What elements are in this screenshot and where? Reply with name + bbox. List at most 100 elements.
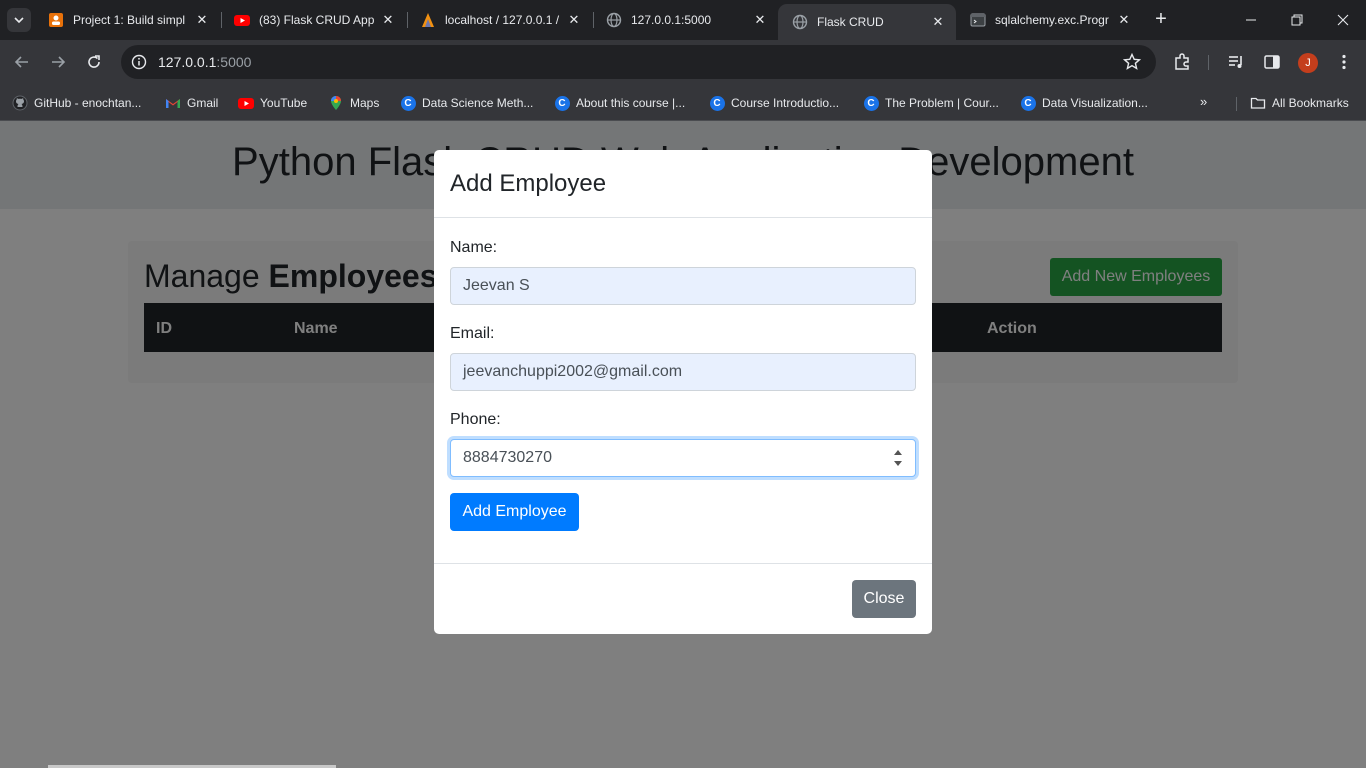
bookmark-coursera-5[interactable]: C Data Visualization... xyxy=(1020,91,1148,115)
chevron-down-icon xyxy=(14,17,24,24)
tab-flask-crud-active[interactable]: Flask CRUD ✕ xyxy=(778,4,956,40)
tab-youtube[interactable]: (83) Flask CRUD App ✕ xyxy=(220,0,406,40)
terminal-icon xyxy=(970,12,986,28)
bookmark-youtube[interactable]: YouTube xyxy=(238,91,307,115)
bookmarks-overflow-button[interactable]: » xyxy=(1200,94,1207,109)
bookmark-coursera-4[interactable]: C The Problem | Cour... xyxy=(863,91,999,115)
tab-title: sqlalchemy.exc.Progr xyxy=(995,13,1109,27)
coursera-icon: C xyxy=(400,95,416,111)
tab-title: (83) Flask CRUD App xyxy=(259,13,374,27)
extensions-icon[interactable] xyxy=(1172,52,1192,72)
modal-header: Add Employee xyxy=(434,150,932,218)
bookmark-label: The Problem | Cour... xyxy=(885,96,999,110)
email-label: Email: xyxy=(450,325,495,342)
close-tab-icon[interactable]: ✕ xyxy=(1116,12,1132,28)
profile-avatar[interactable]: J xyxy=(1298,53,1318,73)
close-tab-icon[interactable]: ✕ xyxy=(380,12,396,28)
github-icon xyxy=(12,95,28,111)
minimize-button[interactable] xyxy=(1228,0,1274,40)
reload-icon xyxy=(88,55,100,68)
phone-label: Phone: xyxy=(450,411,501,428)
coursera-icon: C xyxy=(863,95,879,111)
phone-input[interactable]: 8884730270 xyxy=(450,439,916,477)
bookmark-label: YouTube xyxy=(260,96,308,110)
globe-icon xyxy=(606,12,622,28)
close-modal-button[interactable]: Close xyxy=(852,580,916,618)
add-employee-modal: Add Employee Name: Jeevan S Email: jeeva… xyxy=(434,150,932,634)
modal-footer: Close xyxy=(434,563,932,634)
back-button[interactable] xyxy=(10,50,34,74)
tab-project[interactable]: Project 1: Build simpl ✕ xyxy=(34,0,220,40)
url-port: :5000 xyxy=(216,54,252,70)
arrow-right-icon xyxy=(52,56,66,68)
bookmark-label: Maps xyxy=(350,96,380,110)
name-input[interactable]: Jeevan S xyxy=(450,267,916,305)
bookmark-label: All Bookmarks xyxy=(1272,96,1349,110)
browser-toolbar: 127.0.0.1:5000 J xyxy=(0,40,1366,85)
globe-icon xyxy=(792,14,808,30)
bookmarks-bar: GitHub - enochtan... Gmail YouTube Maps … xyxy=(0,85,1366,121)
add-employee-submit-button[interactable]: Add Employee xyxy=(450,493,579,531)
close-icon xyxy=(1337,14,1349,26)
coursera-icon: C xyxy=(554,95,570,111)
url-host: 127.0.0.1 xyxy=(158,54,217,70)
close-tab-icon[interactable]: ✕ xyxy=(194,12,210,28)
browser-tab-strip: Project 1: Build simpl ✕ (83) Flask CRUD… xyxy=(0,0,1366,40)
folder-icon xyxy=(1250,95,1266,111)
modal-title: Add Employee xyxy=(450,170,607,197)
email-input[interactable]: jeevanchuppi2002@gmail.com xyxy=(450,353,916,391)
url-text: 127.0.0.1:5000 xyxy=(158,54,251,70)
plus-icon: + xyxy=(1155,7,1167,30)
site-info-icon[interactable] xyxy=(129,52,149,72)
tab-search-button[interactable] xyxy=(7,8,31,32)
name-label: Name: xyxy=(450,239,498,256)
phone-value: 8884730270 xyxy=(463,449,552,466)
reload-button[interactable] xyxy=(82,50,106,74)
close-window-button[interactable] xyxy=(1320,0,1366,40)
page-viewport: Python Flask CRUD Web Application Develo… xyxy=(0,121,1366,768)
more-menu-icon[interactable] xyxy=(1334,52,1354,72)
bookmark-label: About this course |... xyxy=(576,96,686,110)
new-tab-button[interactable]: + xyxy=(1150,8,1172,30)
address-bar[interactable]: 127.0.0.1:5000 xyxy=(121,45,1156,79)
side-panel-icon[interactable] xyxy=(1262,52,1282,72)
coursera-project-icon xyxy=(48,12,64,28)
bookmark-label: Gmail xyxy=(187,96,219,110)
close-tab-icon[interactable]: ✕ xyxy=(566,12,582,28)
bookmark-label: Course Introductio... xyxy=(731,96,840,110)
arrow-left-icon xyxy=(14,56,28,68)
bookmark-label: GitHub - enochtan... xyxy=(34,96,142,110)
bookmark-maps[interactable]: Maps xyxy=(328,91,379,115)
youtube-icon xyxy=(238,95,254,111)
all-bookmarks-button[interactable]: All Bookmarks xyxy=(1250,91,1349,115)
media-control-icon[interactable] xyxy=(1226,52,1246,72)
tab-title: 127.0.0.1:5000 xyxy=(631,13,712,27)
tab-title: localhost / 127.0.0.1 / xyxy=(445,13,560,27)
phpmyadmin-icon xyxy=(420,12,436,28)
restore-icon xyxy=(1291,14,1303,26)
tab-phpmyadmin[interactable]: localhost / 127.0.0.1 / ✕ xyxy=(406,0,592,40)
bookmark-github[interactable]: GitHub - enochtan... xyxy=(12,91,141,115)
bookmark-gmail[interactable]: Gmail xyxy=(165,91,218,115)
bookmark-coursera-1[interactable]: C Data Science Meth... xyxy=(400,91,533,115)
youtube-icon xyxy=(234,12,250,28)
tab-title: Project 1: Build simpl xyxy=(73,13,186,27)
bookmark-star-icon[interactable] xyxy=(1122,52,1142,72)
maps-icon xyxy=(328,95,344,111)
restore-button[interactable] xyxy=(1274,0,1320,40)
coursera-icon: C xyxy=(1020,95,1036,111)
close-tab-icon[interactable]: ✕ xyxy=(752,12,768,28)
bookmark-label: Data Science Meth... xyxy=(422,96,534,110)
bookmark-coursera-3[interactable]: C Course Introductio... xyxy=(709,91,839,115)
number-stepper-icon[interactable] xyxy=(893,450,903,466)
forward-button[interactable] xyxy=(46,50,70,74)
coursera-icon: C xyxy=(709,95,725,111)
gmail-icon xyxy=(165,95,181,111)
close-tab-icon[interactable]: ✕ xyxy=(930,14,946,30)
tab-sqlalchemy[interactable]: sqlalchemy.exc.Progr ✕ xyxy=(956,0,1142,40)
bookmark-label: Data Visualization... xyxy=(1042,96,1148,110)
tab-title: Flask CRUD xyxy=(817,15,884,29)
minimize-icon xyxy=(1246,19,1256,21)
tab-localhost[interactable]: 127.0.0.1:5000 ✕ xyxy=(592,0,778,40)
bookmark-coursera-2[interactable]: C About this course |... xyxy=(554,91,685,115)
